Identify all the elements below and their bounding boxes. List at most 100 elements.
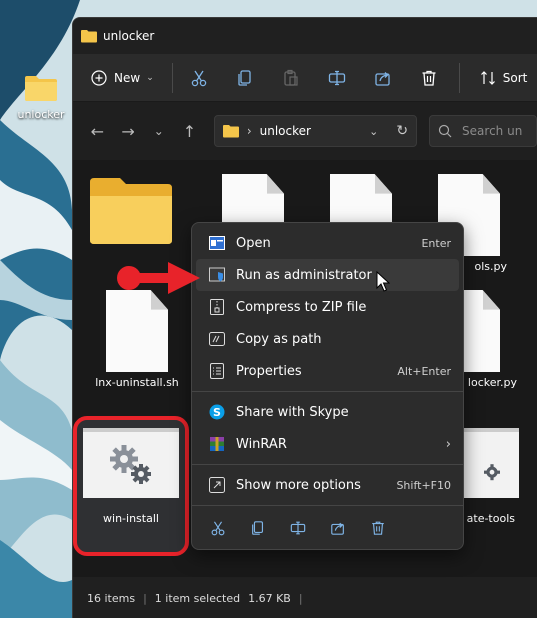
item-count: 16 items — [87, 591, 136, 605]
refresh-icon[interactable]: ↻ — [396, 123, 408, 139]
share-button[interactable] — [367, 63, 399, 93]
menu-item-properties[interactable]: Properties Alt+Enter — [196, 355, 459, 387]
delete-icon — [372, 521, 384, 535]
copy-icon — [252, 521, 264, 535]
menu-item-shortcut: Shift+F10 — [396, 478, 451, 492]
recent-locations-button[interactable]: ⌄ — [146, 117, 171, 145]
toolbar-divider — [458, 62, 460, 93]
chevron-right-icon: › — [445, 436, 451, 452]
sort-button[interactable]: Sort — [480, 70, 527, 86]
menu-divider — [192, 391, 463, 392]
up-button[interactable]: ↑ — [177, 117, 202, 145]
menu-item-label: Show more options — [236, 477, 361, 493]
menu-item-copy-as-path[interactable]: Copy as path — [196, 323, 459, 355]
share-icon — [331, 522, 344, 535]
copy-path-icon — [208, 330, 226, 348]
plus-circle-icon — [91, 69, 107, 86]
chevron-down-icon: ⌄ — [153, 124, 164, 138]
chevron-down-icon: ⌄ — [146, 72, 154, 83]
svg-text:S: S — [213, 406, 221, 419]
breadcrumb-unlocker[interactable]: unlocker — [260, 124, 369, 138]
menu-item-label: WinRAR — [236, 436, 287, 452]
context-menu: Open Enter Run as administrator Compress… — [191, 222, 464, 550]
gears-icon — [484, 464, 500, 481]
open-icon — [208, 234, 226, 252]
menu-item-winrar[interactable]: WinRAR › — [196, 428, 459, 460]
paste-button[interactable] — [275, 63, 307, 93]
executable-thumbnail — [83, 428, 179, 498]
cut-button[interactable] — [183, 63, 215, 93]
delete-button[interactable] — [413, 63, 445, 93]
menu-item-shortcut: Alt+Enter — [397, 364, 451, 378]
new-button[interactable]: New ⌄ — [83, 63, 162, 93]
file-item-selected[interactable]: win-install — [81, 428, 181, 525]
toolbar-divider — [171, 62, 173, 93]
rename-icon — [328, 70, 345, 85]
menu-item-shortcut: Enter — [421, 236, 451, 250]
menu-item-label: Compress to ZIP file — [236, 299, 367, 315]
annotation-arrow-icon — [117, 262, 200, 294]
new-label: New — [114, 70, 141, 85]
gears-icon — [110, 445, 151, 484]
menu-delete-button[interactable] — [366, 516, 390, 540]
menu-share-button[interactable] — [326, 516, 350, 540]
back-button[interactable]: ← — [85, 117, 110, 145]
copy-button[interactable] — [229, 63, 261, 93]
menu-item-share-skype[interactable]: S Share with Skype — [196, 396, 459, 428]
menu-copy-button[interactable] — [246, 516, 270, 540]
search-icon — [438, 124, 452, 138]
more-options-icon — [208, 476, 226, 494]
status-bar: 16 items | 1 item selected 1.67 KB | — [73, 577, 537, 618]
file-item[interactable]: lnx-uninstall.sh — [87, 290, 187, 389]
folder-icon — [222, 125, 239, 138]
search-input[interactable]: Search un — [429, 115, 537, 147]
menu-item-label: Run as administrator — [236, 267, 372, 283]
menu-item-compress-zip[interactable]: Compress to ZIP file — [196, 291, 459, 323]
menu-rename-button[interactable] — [286, 516, 310, 540]
address-bar-row: ← → ⌄ ↑ › unlocker ⌄ ↻ Search un — [73, 102, 537, 160]
menu-divider — [192, 505, 463, 506]
chevron-down-icon[interactable]: ⌄ — [369, 125, 378, 138]
sort-icon — [480, 70, 495, 85]
rename-button[interactable] — [321, 63, 353, 93]
cut-icon — [211, 521, 225, 536]
context-menu-quick-actions — [192, 510, 463, 546]
paste-icon — [284, 69, 298, 86]
breadcrumb-separator: › — [246, 124, 252, 138]
zip-icon — [208, 298, 226, 316]
folder-icon — [81, 30, 97, 43]
cut-icon — [191, 70, 206, 86]
desktop-icon-label: unlocker — [17, 108, 65, 121]
menu-cut-button[interactable] — [206, 516, 230, 540]
menu-item-run-as-administrator[interactable]: Run as administrator — [196, 259, 459, 291]
status-divider: | — [143, 591, 147, 605]
file-name: win-install — [103, 512, 159, 525]
selection-count: 1 item selected — [154, 591, 241, 605]
file-item[interactable] — [81, 176, 181, 254]
menu-item-open[interactable]: Open Enter — [196, 227, 459, 259]
address-bar[interactable]: › unlocker ⌄ ↻ — [213, 115, 418, 147]
skype-icon: S — [208, 403, 226, 421]
menu-item-show-more-options[interactable]: Show more options Shift+F10 — [196, 469, 459, 501]
menu-item-label: Share with Skype — [236, 404, 349, 420]
title-bar[interactable]: unlocker — [73, 18, 537, 54]
menu-item-label: Properties — [236, 363, 302, 379]
forward-button[interactable]: → — [116, 117, 141, 145]
winrar-icon — [208, 435, 226, 453]
properties-icon — [208, 362, 226, 380]
arrow-right-icon: → — [121, 121, 135, 141]
arrow-up-icon: ↑ — [182, 121, 197, 141]
folder-icon — [25, 76, 57, 101]
share-icon — [375, 71, 390, 86]
menu-item-label: Open — [236, 235, 271, 251]
search-placeholder: Search un — [462, 124, 523, 138]
window-title: unlocker — [103, 29, 155, 43]
delete-icon — [422, 70, 436, 86]
status-divider: | — [298, 591, 303, 605]
mouse-pointer-icon — [376, 271, 390, 292]
desktop-folder-unlocker[interactable]: unlocker — [8, 74, 74, 121]
document-icon — [106, 290, 168, 372]
command-bar: New ⌄ Sort — [73, 54, 537, 102]
file-name: lnx-uninstall.sh — [95, 376, 179, 389]
shield-icon — [208, 266, 226, 284]
